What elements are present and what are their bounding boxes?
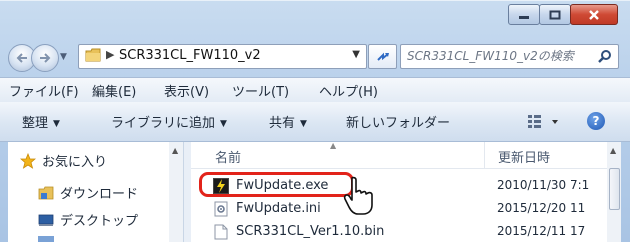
chevron-down-icon: ▼ (300, 119, 307, 129)
minimize-icon (519, 15, 529, 19)
refresh-icon (376, 52, 389, 61)
recent-pages-dropdown[interactable]: ▼ (60, 52, 67, 62)
file-row[interactable]: SCR331CL_Ver1.10.bin 2015/12/11 17 (191, 221, 607, 242)
menu-help[interactable]: ヘルプ(H) (319, 81, 378, 100)
breadcrumb-separator: ▶ (106, 48, 115, 61)
column-name-header[interactable]: 名前 (215, 147, 241, 166)
folder-icon (85, 48, 101, 62)
navigation-pane: お気に入り ダウンロード デスクトップ (8, 142, 183, 242)
column-header: ▲ 名前 更新日時 (191, 141, 607, 169)
nav-favorites[interactable]: お気に入り (20, 151, 107, 170)
file-icon (214, 224, 228, 240)
minimize-button[interactable] (508, 4, 540, 25)
add-to-library-label: ライブラリに追加 (111, 116, 216, 131)
menu-bar: ファイル(F) 編集(E) 表示(V) ツール(T) ヘルプ(H) (0, 77, 630, 103)
breadcrumb-current-folder[interactable]: SCR331CL_FW110_v2 (119, 48, 261, 63)
forward-button[interactable] (31, 44, 59, 72)
add-to-library-button[interactable]: ライブラリに追加 ▼ (111, 112, 227, 131)
file-name: SCR331CL_Ver1.10.bin (236, 224, 385, 239)
maximize-button[interactable] (539, 4, 571, 25)
search-box[interactable] (400, 44, 619, 69)
share-button[interactable]: 共有 ▼ (269, 112, 307, 131)
downloads-folder-icon (38, 186, 54, 199)
change-view-icon[interactable] (527, 114, 561, 128)
settings-file-icon (214, 201, 228, 217)
menu-file[interactable]: ファイル(F) (9, 81, 79, 100)
caption-buttons (508, 4, 618, 25)
hand-cursor-icon (343, 176, 373, 215)
close-button[interactable] (570, 4, 618, 25)
nav-desktop[interactable]: デスクトップ (38, 210, 138, 229)
sort-ascending-icon: ▲ (330, 141, 337, 150)
chevron-down-icon: ▼ (53, 119, 60, 129)
nav-downloads-label: ダウンロード (60, 187, 139, 202)
share-label: 共有 (269, 116, 296, 131)
scrollbar-thumb[interactable] (609, 168, 620, 210)
file-modified: 2010/11/30 7:1 (497, 178, 590, 192)
file-modified: 2015/12/20 11 (497, 201, 586, 215)
file-list-scrollbar[interactable]: ▲ (607, 142, 621, 242)
chevron-down-icon: ▼ (220, 119, 227, 129)
command-bar: 整理 ▼ ライブラリに追加 ▼ 共有 ▼ 新しいフォルダー ? (0, 102, 630, 142)
search-input[interactable] (407, 47, 587, 64)
close-icon (589, 9, 599, 20)
menu-tools[interactable]: ツール(T) (232, 81, 289, 100)
highlight-box (199, 172, 354, 197)
star-icon (20, 152, 36, 169)
column-modified-header[interactable]: 更新日時 (498, 147, 550, 166)
file-name: FwUpdate.ini (236, 201, 321, 216)
address-history-dropdown[interactable]: ▼ (352, 49, 360, 60)
address-row: ▼ ▶ SCR331CL_FW110_v2 ▼ (8, 42, 622, 72)
forward-arrow-icon (40, 53, 51, 63)
address-bar[interactable]: ▶ SCR331CL_FW110_v2 ▼ (78, 44, 367, 69)
back-arrow-icon (16, 53, 27, 63)
file-row[interactable]: FwUpdate.ini 2015/12/20 11 (191, 198, 607, 220)
scroll-up-icon[interactable]: ▲ (610, 146, 616, 155)
refresh-button[interactable] (368, 44, 397, 69)
maximize-icon (549, 10, 561, 19)
scroll-up-icon[interactable]: ▲ (172, 146, 178, 155)
organize-label: 整理 (22, 116, 49, 131)
menu-edit[interactable]: 編集(E) (92, 81, 136, 100)
column-divider[interactable] (484, 142, 485, 168)
navigation-scrollbar[interactable]: ▲ (169, 142, 183, 242)
nav-downloads[interactable]: ダウンロード (38, 183, 138, 202)
new-folder-button[interactable]: 新しいフォルダー (346, 112, 450, 131)
organize-button[interactable]: 整理 ▼ (22, 112, 60, 131)
search-icon[interactable] (598, 49, 612, 63)
desktop-icon (38, 214, 54, 226)
menu-view[interactable]: 表示(V) (164, 81, 209, 100)
nav-next-item-partial (38, 236, 54, 242)
help-icon[interactable]: ? (587, 112, 605, 130)
file-modified: 2015/12/11 17 (497, 224, 586, 238)
nav-favorites-label: お気に入り (42, 155, 108, 170)
nav-desktop-label: デスクトップ (60, 214, 139, 229)
explorer-window: ▼ ▶ SCR331CL_FW110_v2 ▼ ファイル(F) (0, 0, 630, 242)
